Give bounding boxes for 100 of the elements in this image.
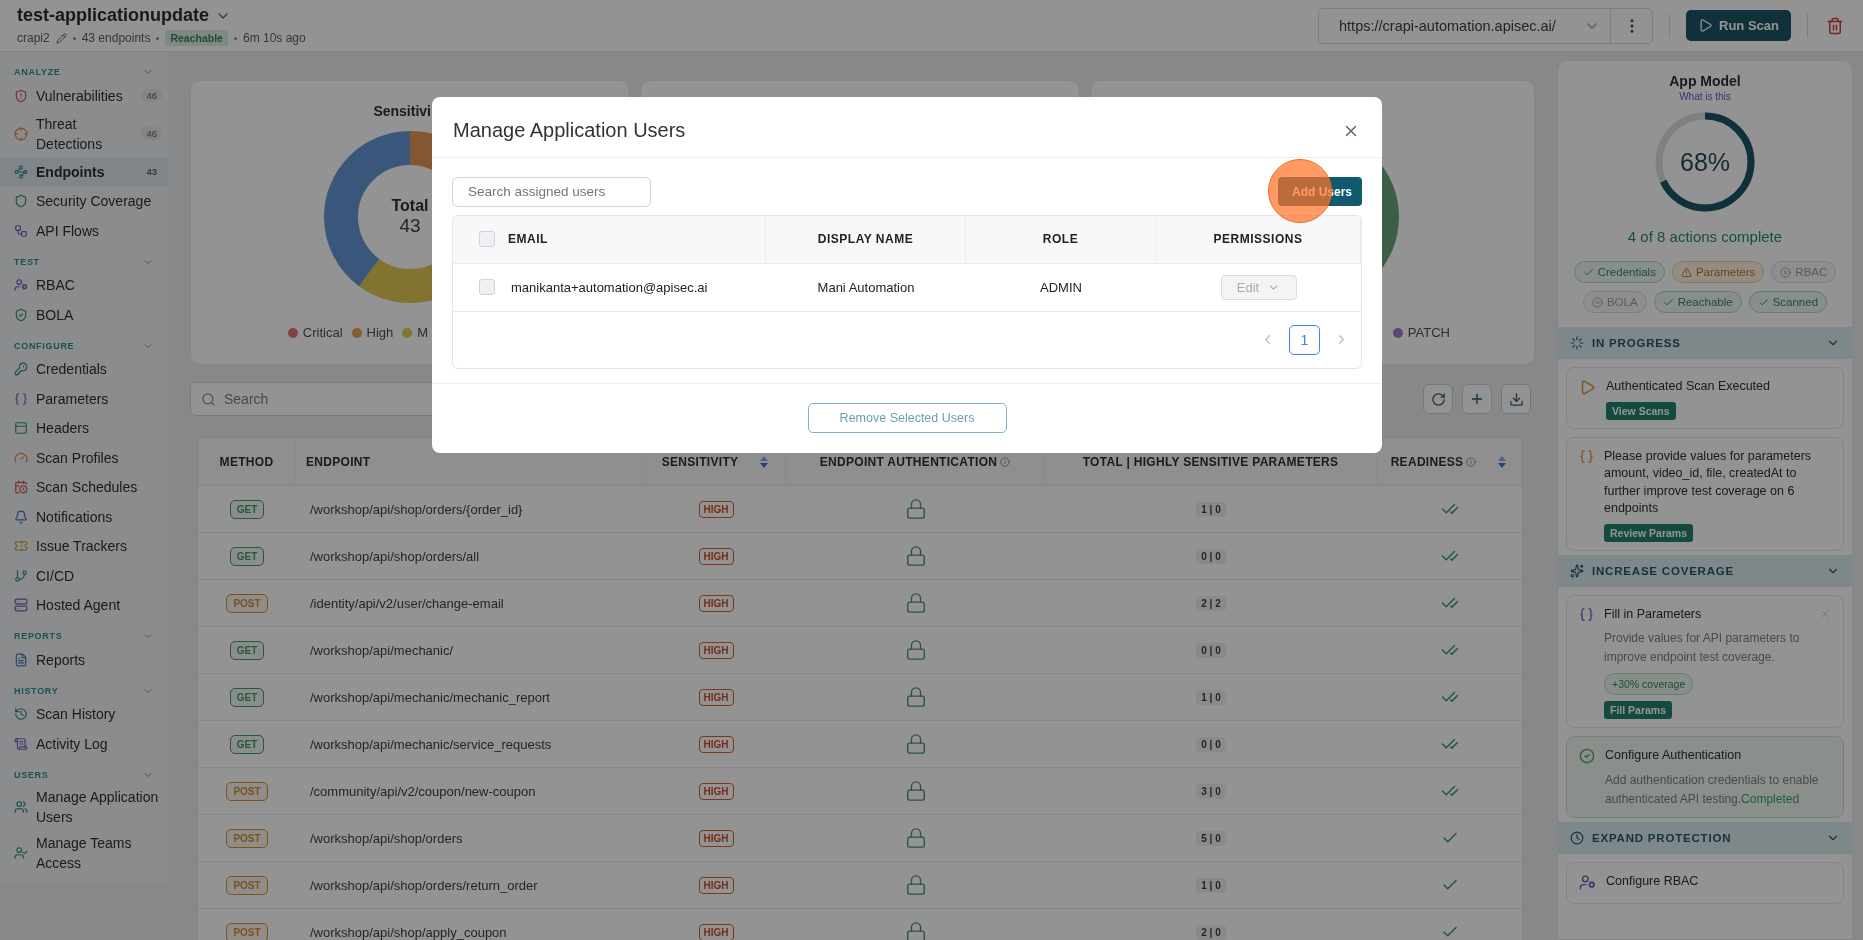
sidebar-item[interactable]: Parameters — [0, 384, 168, 414]
section-title: ANALYZE — [14, 67, 61, 77]
chart-title: Sensitivi — [373, 103, 431, 121]
shield-check-icon — [14, 307, 28, 322]
sidebar-item[interactable]: API Flows — [0, 216, 168, 246]
endpoint-path[interactable]: /workshop/api/mechanic/ — [310, 642, 454, 658]
section-header[interactable]: EXPAND PROTECTION — [1558, 822, 1852, 855]
sidebar-item[interactable]: Notifications — [0, 502, 168, 532]
url-select[interactable]: https://crapi-automation.apisec.ai/ — [1318, 7, 1654, 44]
waypoints-icon — [14, 164, 28, 179]
braces-icon — [14, 391, 28, 406]
sidebar-item[interactable]: Manage Application Users — [0, 783, 168, 831]
parameter-count: 0 | 0 — [1196, 548, 1226, 564]
search-input[interactable]: Search assigned users — [466, 183, 647, 201]
sort-icon[interactable] — [759, 454, 770, 469]
sidebar-item[interactable]: Issue Trackers — [0, 531, 168, 562]
endpoint-path[interactable]: /workshop/api/mechanic/mechanic_report — [310, 689, 550, 705]
section-header[interactable]: INCREASE COVERAGE — [1558, 554, 1852, 587]
page-button[interactable]: 1 — [1289, 324, 1320, 355]
column-header: TOTAL | HIGHLY SENSITIVE PARAMETERS — [1082, 454, 1339, 469]
plus-icon[interactable] — [1462, 384, 1492, 414]
sidebar-item[interactable]: Vulnerabilities 46 — [0, 81, 168, 111]
endpoint-path[interactable]: /workshop/api/shop/orders — [310, 830, 463, 846]
sidebar-item[interactable]: Threat Detections 46 — [0, 110, 168, 158]
pencil-icon[interactable] — [55, 32, 67, 44]
key-icon — [14, 362, 28, 377]
parameter-count: 0 | 0 — [1196, 736, 1226, 752]
section-title: REPORTS — [14, 631, 63, 642]
endpoint-path[interactable]: /workshop/api/shop/orders/{order_id} — [310, 501, 523, 517]
section-header[interactable]: IN PROGRESS — [1558, 327, 1852, 359]
checkbox[interactable] — [478, 231, 495, 248]
section-title: TEST — [14, 256, 40, 267]
sidebar-item[interactable]: Headers — [0, 413, 168, 444]
action-button[interactable]: Fill Params — [1604, 701, 1673, 720]
sidebar-item[interactable]: Manage Teams Access — [0, 830, 168, 877]
help-link[interactable]: What is this — [1679, 91, 1731, 102]
checkbox[interactable] — [478, 279, 495, 296]
action-button[interactable]: Review Params — [1604, 523, 1694, 542]
item-label: Headers — [36, 419, 90, 439]
sort-icon[interactable] — [1497, 454, 1508, 469]
download-icon[interactable] — [1501, 384, 1531, 414]
sidebar-item[interactable]: Scan History — [0, 699, 168, 730]
check-icon — [1757, 296, 1769, 308]
item-label: Parameters — [36, 389, 110, 409]
history-icon — [14, 707, 28, 722]
endpoint-path[interactable]: /community/api/v2/coupon/new-coupon — [310, 783, 536, 799]
sidebar-item[interactable]: Credentials — [0, 354, 168, 385]
sidebar-item[interactable]: RBAC — [0, 270, 168, 301]
remove-users-button[interactable]: Remove Selected Users — [807, 403, 1007, 434]
x-circle-icon — [1591, 296, 1603, 308]
status-badge: Reachable — [165, 30, 228, 46]
x-circle-icon — [1780, 266, 1792, 278]
item-label: Scan History — [36, 705, 117, 725]
endpoint-path[interactable]: /workshop/api/shop/orders/return_order — [310, 877, 538, 893]
lock-icon — [904, 498, 927, 520]
sidebar-item[interactable]: Scan Profiles — [0, 443, 168, 473]
endpoint-path[interactable]: /identity/api/v2/user/change-email — [310, 595, 504, 611]
sensitivity-tag: HIGH — [698, 876, 734, 894]
column-header: METHOD — [219, 454, 274, 469]
lock-icon — [904, 733, 927, 755]
item-label: Security Coverage — [36, 192, 153, 212]
info-icon[interactable] — [1466, 456, 1477, 467]
sidebar-item[interactable]: Activity Log — [0, 729, 168, 759]
sidebar-item[interactable]: Endpoints 43 — [0, 157, 168, 187]
sidebar-item[interactable]: CI/CD — [0, 561, 168, 591]
item-label: Manage Teams Access — [36, 834, 133, 874]
run-scan-button[interactable]: Run Scan — [1686, 10, 1791, 41]
search-field[interactable]: Search assigned users — [452, 176, 651, 207]
column-header: ENDPOINT — [306, 454, 371, 469]
column-header: ENDPOINT AUTHENTICATION — [819, 454, 998, 469]
sidebar-item[interactable]: Security Coverage — [0, 186, 168, 217]
sidebar-item[interactable]: BOLA — [0, 300, 168, 330]
parameter-count: 1 | 0 — [1196, 877, 1226, 893]
check-circle-icon — [1579, 748, 1595, 765]
sidebar-item[interactable]: Hosted Agent — [0, 590, 168, 621]
endpoint-path[interactable]: /workshop/api/mechanic/service_requests — [310, 736, 552, 752]
item-label: Issue Trackers — [36, 537, 129, 557]
sensitivity-tag: HIGH — [698, 923, 734, 940]
section-title: EXPAND PROTECTION — [1592, 832, 1733, 845]
item-label: Manage Application Users — [36, 787, 160, 827]
endpoint-path[interactable]: /workshop/api/shop/apply_coupon — [310, 924, 507, 940]
branch-icon — [14, 568, 28, 583]
item-label: Threat Detections — [36, 114, 104, 154]
info-icon[interactable] — [1000, 456, 1011, 467]
crosshair-icon — [14, 126, 28, 141]
loader-icon — [1570, 336, 1584, 350]
task-title: Configure Authentication — [1605, 747, 1742, 765]
parameter-count: 1 | 0 — [1196, 501, 1226, 517]
legend-label: M — [417, 325, 429, 340]
sidebar-item[interactable]: Scan Schedules — [0, 472, 168, 503]
legend-label: Critical — [302, 325, 343, 340]
task-title: Configure RBAC — [1606, 873, 1699, 891]
endpoint-path[interactable]: /workshop/api/shop/orders/all — [310, 548, 480, 564]
item-label: API Flows — [36, 221, 100, 241]
task-title: Please provide values for parameters amount, video_id, file, createdAt to further improve test coverage on 6 endpoints — [1604, 447, 1813, 517]
user-check-icon — [14, 846, 28, 861]
scroll-icon — [14, 736, 28, 751]
refresh-icon[interactable] — [1423, 384, 1453, 414]
sidebar-item[interactable]: Reports — [0, 645, 168, 675]
action-button[interactable]: View Scans — [1606, 401, 1676, 420]
